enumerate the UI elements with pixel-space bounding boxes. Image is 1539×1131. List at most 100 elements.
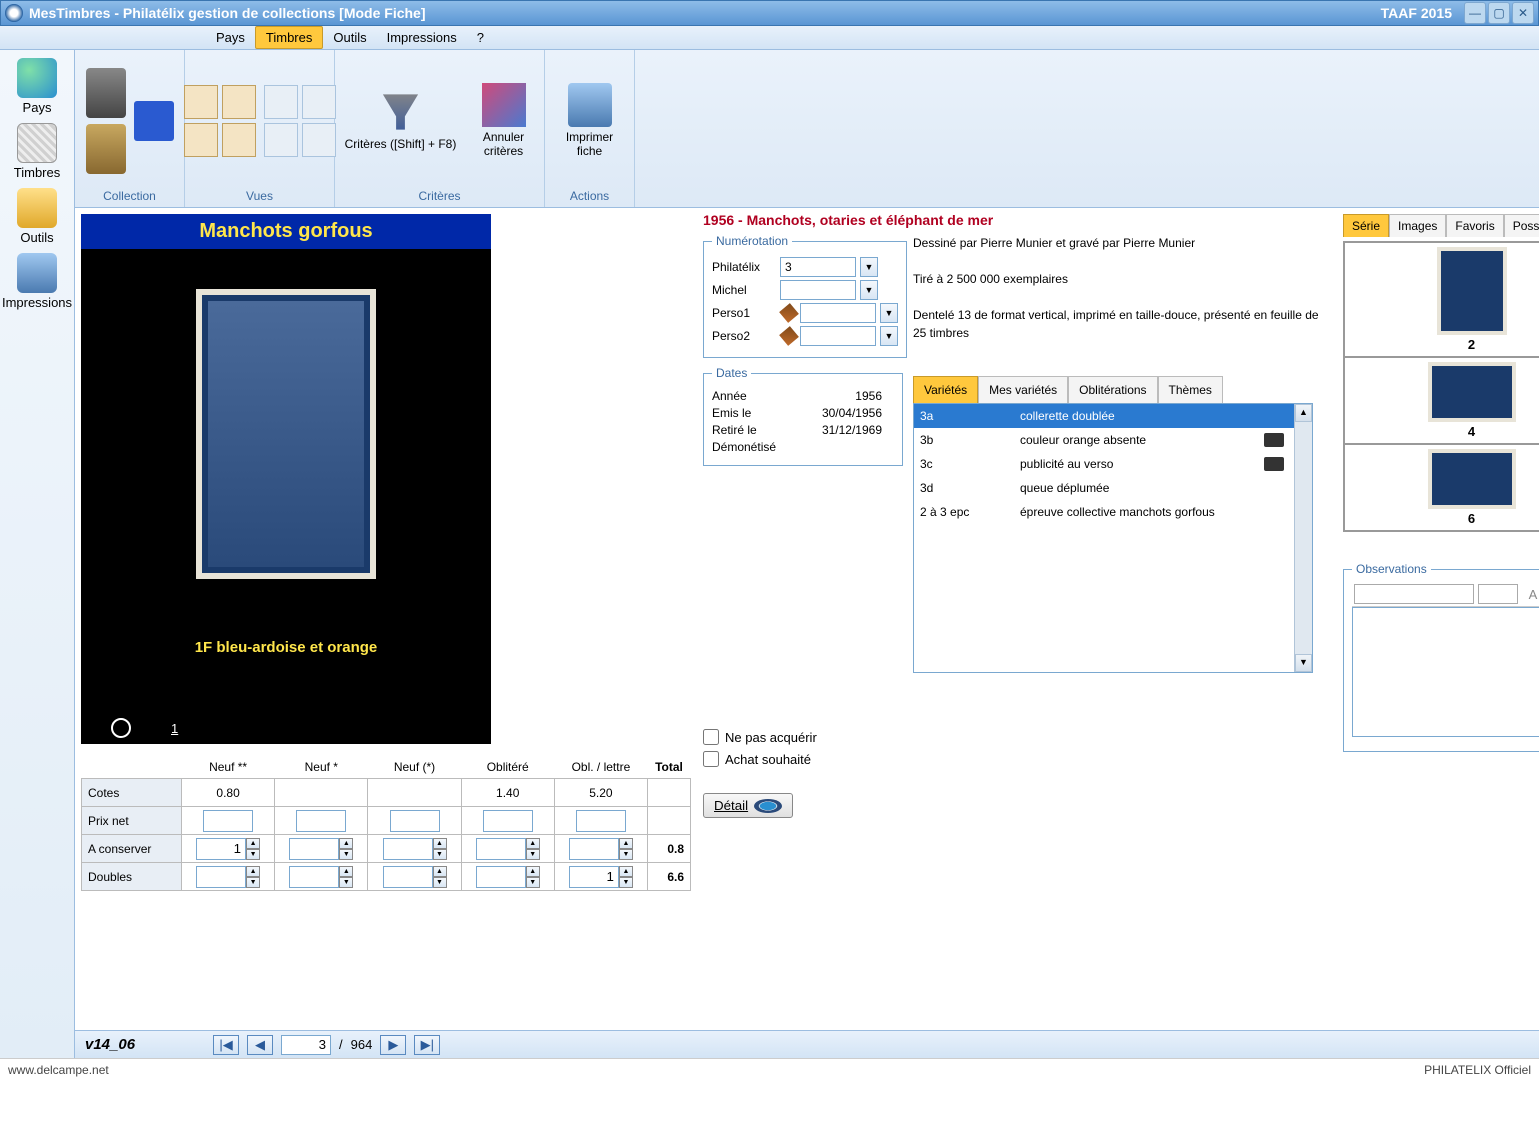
- detail-button[interactable]: Détail: [703, 793, 793, 818]
- nav-current-input[interactable]: [281, 1035, 331, 1055]
- numerotation-2-input[interactable]: [800, 303, 876, 323]
- footer: www.delcampe.net PHILATELIX Officiel: [0, 1058, 1539, 1080]
- scrollbar[interactable]: ▲ ▼: [1294, 404, 1312, 672]
- footer-left: www.delcampe.net: [8, 1063, 109, 1077]
- observations-textarea[interactable]: [1352, 607, 1539, 737]
- dropdown-button[interactable]: ▼: [860, 257, 878, 277]
- zoom-icon[interactable]: [111, 718, 131, 738]
- menu-outils[interactable]: Outils: [323, 27, 376, 48]
- font-family-dropdown[interactable]: [1354, 584, 1474, 604]
- criteres-button[interactable]: Critères ([Shift] + F8): [341, 90, 461, 151]
- dates-fieldset: Dates Année1956Emis le30/04/1956Retiré l…: [703, 366, 903, 466]
- stamp-index[interactable]: 1: [171, 721, 178, 736]
- stamp-image[interactable]: [196, 289, 376, 579]
- thumbnail-cell[interactable]: 2: [1344, 242, 1539, 357]
- dropdown-button[interactable]: ▼: [880, 303, 898, 323]
- numerotation-0-input[interactable]: [780, 257, 856, 277]
- vues-icons-left[interactable]: [184, 85, 256, 157]
- thumbnail-cell[interactable]: 4: [1344, 357, 1539, 444]
- vues-icons-right[interactable]: [264, 85, 336, 157]
- font-size-dropdown[interactable]: [1478, 584, 1518, 604]
- menu-impressions[interactable]: Impressions: [377, 27, 467, 48]
- numerotation-fieldset: Numérotation Philatélix▼Michel▼Perso1▼Pe…: [703, 234, 907, 358]
- variety-row[interactable]: 3cpublicité au verso: [914, 452, 1312, 476]
- nav-total: 964: [351, 1037, 373, 1052]
- thumbnail-cell[interactable]: 6: [1344, 444, 1539, 531]
- annuler-criteres-button[interactable]: Annuler critères: [469, 83, 539, 158]
- conserver-2-input[interactable]: [383, 838, 433, 860]
- sidebar-pays[interactable]: Pays: [0, 58, 74, 115]
- scroll-down-button[interactable]: ▼: [1295, 654, 1312, 672]
- menu-timbres[interactable]: Timbres: [255, 26, 323, 49]
- nav-last-button[interactable]: ▶|: [414, 1035, 440, 1055]
- maximize-button[interactable]: ▢: [1488, 2, 1510, 24]
- menu-pays[interactable]: Pays: [206, 27, 255, 48]
- tab-themes[interactable]: Thèmes: [1158, 376, 1223, 403]
- close-button[interactable]: ✕: [1512, 2, 1534, 24]
- variety-row[interactable]: 3acollerette doublée: [914, 404, 1312, 428]
- prixnet-obl-input[interactable]: [483, 810, 533, 832]
- sidebar-timbres[interactable]: Timbres: [0, 123, 74, 180]
- thumbnail-grid: 234567: [1343, 241, 1539, 532]
- thumbnail-image: [1437, 247, 1507, 335]
- variety-row[interactable]: 2 à 3 epcépreuve collective manchots gor…: [914, 500, 1312, 524]
- collection-icon-2[interactable]: [86, 124, 126, 174]
- sidebar-impressions[interactable]: Impressions: [0, 253, 74, 310]
- prixnet-neuf2-input[interactable]: [203, 810, 253, 832]
- brand-label: TAAF 2015: [1381, 5, 1452, 21]
- prixnet-obllettre-input[interactable]: [576, 810, 626, 832]
- nav-prev-button[interactable]: ◀: [247, 1035, 273, 1055]
- scroll-up-button[interactable]: ▲: [1295, 404, 1312, 422]
- collection-icon[interactable]: [86, 68, 126, 118]
- numerotation-3-input[interactable]: [800, 326, 876, 346]
- globe-icon: [17, 58, 57, 98]
- tab-varietes[interactable]: Variétés: [913, 376, 978, 403]
- imprimer-fiche-button[interactable]: Imprimer fiche: [555, 83, 625, 158]
- doubles-4-input[interactable]: [569, 866, 619, 888]
- spin-down[interactable]: ▼: [246, 849, 260, 860]
- window-title: MesTimbres - Philatélix gestion de colle…: [29, 5, 426, 21]
- thumbnail-image: [1428, 362, 1516, 422]
- variety-tabs: Variétés Mes variétés Oblitérations Thèm…: [913, 376, 1331, 403]
- nav-first-button[interactable]: |◀: [213, 1035, 239, 1055]
- stamp-caption: 1F bleu-ardoise et orange: [81, 639, 491, 656]
- achat-souhaite-check[interactable]: Achat souhaité: [703, 751, 873, 767]
- save-icon[interactable]: [134, 101, 174, 141]
- tab-favoris[interactable]: Favoris: [1446, 214, 1503, 237]
- conserver-1-input[interactable]: [289, 838, 339, 860]
- prixnet-neufp-input[interactable]: [390, 810, 440, 832]
- stamp-preview-panel: Manchots gorfous 1F bleu-ardoise et oran…: [81, 214, 491, 744]
- conserver-3-input[interactable]: [476, 838, 526, 860]
- sidebar-outils[interactable]: Outils: [0, 188, 74, 245]
- prixnet-neuf1-input[interactable]: [296, 810, 346, 832]
- variety-listbox[interactable]: 3acollerette doublée3bcouleur orange abs…: [913, 403, 1313, 673]
- variety-row[interactable]: 3dqueue déplumée: [914, 476, 1312, 500]
- tab-mes-varietes[interactable]: Mes variétés: [978, 376, 1068, 403]
- numerotation-1-input[interactable]: [780, 280, 856, 300]
- pen-icon: [779, 326, 799, 346]
- doubles-3-input[interactable]: [476, 866, 526, 888]
- dropdown-button[interactable]: ▼: [860, 280, 878, 300]
- tab-serie[interactable]: Série: [1343, 214, 1389, 237]
- conserver-4-input[interactable]: [569, 838, 619, 860]
- minimize-button[interactable]: —: [1464, 2, 1486, 24]
- doubles-1-input[interactable]: [289, 866, 339, 888]
- tab-possedes[interactable]: Possédés: [1504, 214, 1539, 237]
- menu-help[interactable]: ?: [467, 27, 494, 48]
- tools-icon: [17, 188, 57, 228]
- tab-obliterations[interactable]: Oblitérations: [1068, 376, 1157, 403]
- doubles-2-input[interactable]: [383, 866, 433, 888]
- ne-pas-acquerir-check[interactable]: Ne pas acquérir: [703, 729, 873, 745]
- variety-row[interactable]: 3bcouleur orange absente: [914, 428, 1312, 452]
- doubles-0-input[interactable]: [196, 866, 246, 888]
- nav-next-button[interactable]: ▶: [380, 1035, 406, 1055]
- tab-images[interactable]: Images: [1389, 214, 1446, 237]
- printer-icon: [17, 253, 57, 293]
- font-grow-icon[interactable]: A: [1522, 584, 1539, 604]
- conserver-0-input[interactable]: [196, 838, 246, 860]
- app-icon: [5, 4, 23, 22]
- observations-fieldset: Observations A A G I S abc ✎ A: [1343, 562, 1539, 752]
- record-title: 1956 - Manchots, otaries et éléphant de …: [703, 212, 1331, 228]
- dropdown-button[interactable]: ▼: [880, 326, 898, 346]
- spin-up[interactable]: ▲: [246, 838, 260, 849]
